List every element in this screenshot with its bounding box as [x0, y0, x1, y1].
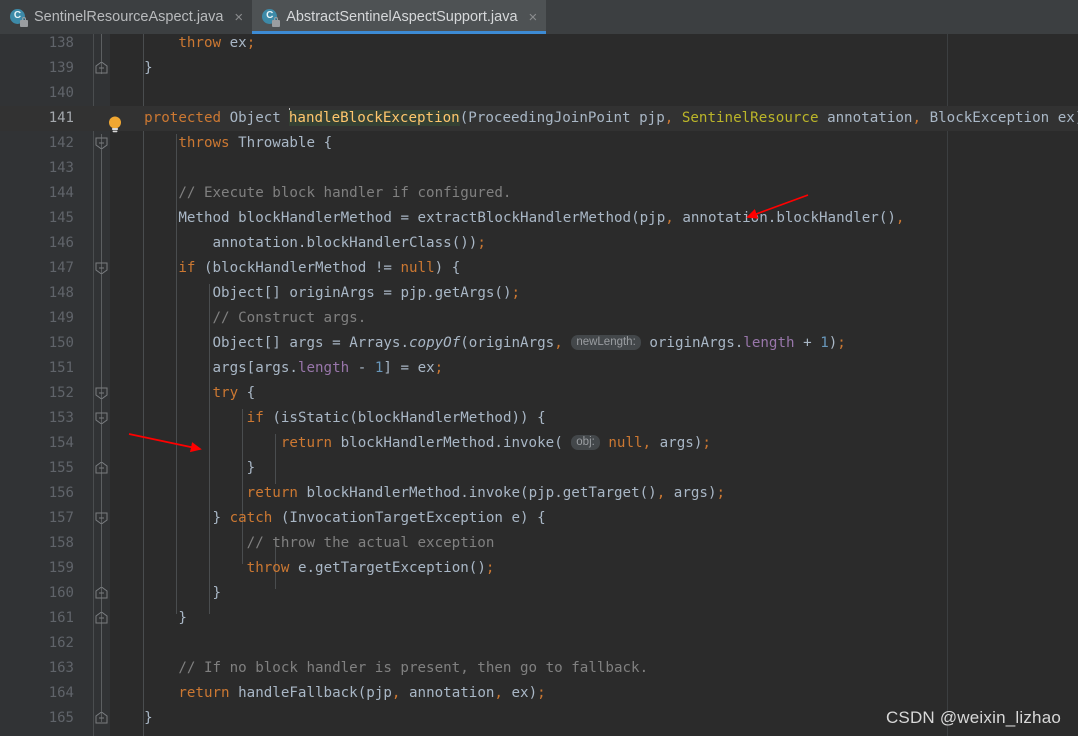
line-number: 152 — [48, 385, 74, 401]
lock-icon — [20, 16, 28, 27]
code-line[interactable]: return blockHandlerMethod.invoke(pjp.get… — [110, 481, 725, 506]
line-number: 157 — [48, 510, 74, 526]
code-line[interactable]: // If no block handler is present, then … — [110, 656, 648, 681]
tab-label: AbstractSentinelAspectSupport.java — [286, 9, 518, 25]
java-class-icon: C — [10, 8, 28, 27]
code-line[interactable]: throws Throwable { — [110, 131, 332, 156]
line-number: 144 — [48, 185, 74, 201]
code-line[interactable]: return handleFallback(pjp, annotation, e… — [110, 681, 545, 706]
line-number: 139 — [48, 60, 74, 76]
editor-tab-bar: C SentinelResourceAspect.java × C Abstra… — [0, 0, 1078, 34]
highlighted-symbol: handleBlockException — [288, 110, 460, 126]
line-number: 158 — [48, 535, 74, 551]
fold-start-icon[interactable] — [95, 137, 108, 149]
code-line[interactable]: } — [110, 456, 256, 481]
line-number: 142 — [48, 135, 74, 151]
code-line[interactable]: // Execute block handler if configured. — [110, 181, 511, 206]
code-line[interactable]: args[args.length - 1] = ex; — [110, 356, 444, 381]
line-number: 148 — [48, 285, 74, 301]
code-line[interactable]: Object[] args = Arrays.copyOf(originArgs… — [110, 331, 846, 356]
line-number: 154 — [48, 435, 74, 451]
line-number: 164 — [48, 685, 74, 701]
line-number: 143 — [48, 160, 74, 176]
line-number: 146 — [48, 235, 74, 251]
code-line[interactable]: Method blockHandlerMethod = extractBlock… — [110, 206, 904, 231]
code-line[interactable]: if (isStatic(blockHandlerMethod)) { — [110, 406, 546, 431]
line-number: 147 — [48, 260, 74, 276]
ide-editor-window: C SentinelResourceAspect.java × C Abstra… — [0, 0, 1078, 736]
lock-icon — [272, 16, 281, 27]
code-line[interactable]: if (blockHandlerMethod != null) { — [110, 256, 460, 281]
code-line[interactable]: } — [110, 706, 153, 731]
fold-end-icon[interactable] — [95, 462, 108, 474]
fold-start-icon[interactable] — [95, 412, 108, 424]
code-line[interactable]: protected Object handleBlockException(Pr… — [110, 106, 1078, 131]
line-number: 138 — [48, 35, 74, 51]
line-number: 140 — [48, 85, 74, 101]
code-line[interactable]: // Construct args. — [110, 306, 367, 331]
code-line[interactable]: } — [110, 56, 153, 81]
line-number: 141 — [48, 110, 74, 126]
inlay-hint: newLength: — [571, 335, 641, 350]
line-number: 163 — [48, 660, 74, 676]
code-line[interactable]: } catch (InvocationTargetException e) { — [110, 506, 546, 531]
line-number: 162 — [48, 635, 74, 651]
line-number: 149 — [48, 310, 74, 326]
fold-end-icon[interactable] — [95, 62, 108, 74]
line-number: 155 — [48, 460, 74, 476]
tab-abstract-sentinel-aspect-support[interactable]: C AbstractSentinelAspectSupport.java × — [252, 0, 547, 34]
code-line[interactable]: throw ex; — [110, 34, 255, 56]
line-number: 159 — [48, 560, 74, 576]
close-icon[interactable]: × — [234, 10, 243, 25]
close-icon[interactable]: × — [529, 10, 538, 25]
tab-sentinel-resource-aspect[interactable]: C SentinelResourceAspect.java × — [0, 0, 252, 34]
fold-start-icon[interactable] — [95, 262, 108, 274]
inlay-hint: obj: — [571, 435, 600, 450]
fold-start-icon[interactable] — [95, 387, 108, 399]
code-line[interactable]: Object[] originArgs = pjp.getArgs(); — [110, 281, 521, 306]
line-number: 145 — [48, 210, 74, 226]
line-number: 160 — [48, 585, 74, 601]
java-class-icon: C — [262, 8, 281, 27]
line-number: 156 — [48, 485, 74, 501]
line-number: 161 — [48, 610, 74, 626]
fold-end-icon[interactable] — [95, 712, 108, 724]
editor-line-row: 140 — [0, 81, 1078, 106]
editor-line-row: 139 — [0, 56, 1078, 81]
code-line[interactable]: } — [110, 581, 222, 606]
code-line[interactable]: // throw the actual exception — [110, 531, 495, 556]
tab-label: SentinelResourceAspect.java — [34, 9, 224, 25]
code-line[interactable]: return blockHandlerMethod.invoke( obj: n… — [110, 431, 711, 456]
code-line[interactable]: } — [110, 606, 187, 631]
code-line[interactable]: try { — [110, 381, 256, 406]
code-editor[interactable]: 138 139 140 141 142 143 144 145 146 147 148 149 150 1… — [0, 34, 1078, 736]
editor-line-row: 143 — [0, 156, 1078, 181]
code-line[interactable]: annotation.blockHandlerClass()); — [110, 231, 486, 256]
fold-end-icon[interactable] — [95, 612, 108, 624]
fold-start-icon[interactable] — [95, 512, 108, 524]
line-number: 153 — [48, 410, 74, 426]
line-number: 150 — [48, 335, 74, 351]
line-number: 165 — [48, 710, 74, 726]
watermark-text: CSDN @weixin_lizhao — [885, 708, 1061, 727]
fold-end-icon[interactable] — [95, 587, 108, 599]
editor-line-row: 162 — [0, 631, 1078, 656]
code-line[interactable]: throw e.getTargetException(); — [110, 556, 495, 581]
line-number: 151 — [48, 360, 74, 376]
